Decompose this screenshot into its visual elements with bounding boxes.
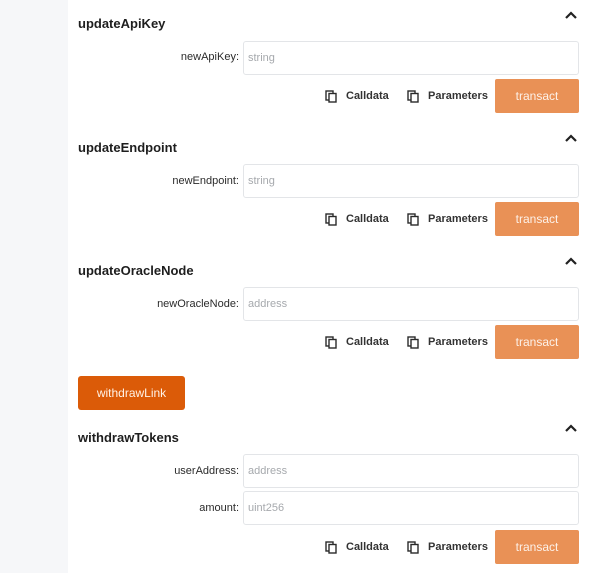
param-label-userAddress: userAddress:: [174, 465, 239, 477]
param-label-newApiKey: newApiKey:: [180, 51, 239, 63]
function-title-updateOracleNode: updateOracleNode: [78, 263, 194, 278]
chevron-up-icon[interactable]: [563, 255, 579, 267]
param-label-newEndpoint: newEndpoint:: [172, 175, 239, 187]
copy-icon: [407, 212, 419, 226]
transact-button[interactable]: transact: [495, 79, 579, 113]
withdraw-link-button[interactable]: withdrawLink: [78, 376, 185, 410]
calldata-button[interactable]: Calldata: [325, 79, 389, 113]
chevron-up-icon[interactable]: [563, 422, 579, 434]
param-input-userAddress[interactable]: [243, 454, 579, 488]
transact-button[interactable]: transact: [495, 202, 579, 236]
calldata-label: Calldata: [346, 336, 389, 348]
parameters-button[interactable]: Parameters: [407, 530, 488, 564]
copy-icon: [325, 335, 337, 349]
calldata-label: Calldata: [346, 541, 389, 553]
parameters-label: Parameters: [428, 336, 488, 348]
chevron-up-icon[interactable]: [563, 132, 579, 144]
param-input-newOracleNode[interactable]: [243, 287, 579, 321]
param-label-newOracleNode: newOracleNode:: [157, 298, 239, 310]
parameters-label: Parameters: [428, 541, 488, 553]
parameters-button[interactable]: Parameters: [407, 202, 488, 236]
param-input-amount[interactable]: [243, 491, 579, 525]
chevron-up-icon[interactable]: [563, 9, 579, 21]
copy-icon: [407, 89, 419, 103]
param-input-newEndpoint[interactable]: [243, 164, 579, 198]
function-title-updateEndpoint: updateEndpoint: [78, 140, 177, 155]
parameters-button[interactable]: Parameters: [407, 325, 488, 359]
calldata-button[interactable]: Calldata: [325, 325, 389, 359]
calldata-button[interactable]: Calldata: [325, 530, 389, 564]
parameters-label: Parameters: [428, 213, 488, 225]
copy-icon: [325, 540, 337, 554]
copy-icon: [407, 335, 419, 349]
parameters-button[interactable]: Parameters: [407, 79, 488, 113]
function-title-updateApiKey: updateApiKey: [78, 16, 166, 31]
copy-icon: [325, 89, 337, 103]
transact-button[interactable]: transact: [495, 325, 579, 359]
copy-icon: [325, 212, 337, 226]
transact-button[interactable]: transact: [495, 530, 579, 564]
copy-icon: [407, 540, 419, 554]
calldata-label: Calldata: [346, 213, 389, 225]
calldata-button[interactable]: Calldata: [325, 202, 389, 236]
parameters-label: Parameters: [428, 90, 488, 102]
param-input-newApiKey[interactable]: [243, 41, 579, 75]
param-label-amount: amount:: [199, 502, 239, 514]
left-gutter: [0, 0, 52, 573]
function-title-withdrawTokens: withdrawTokens: [78, 430, 179, 445]
calldata-label: Calldata: [346, 90, 389, 102]
